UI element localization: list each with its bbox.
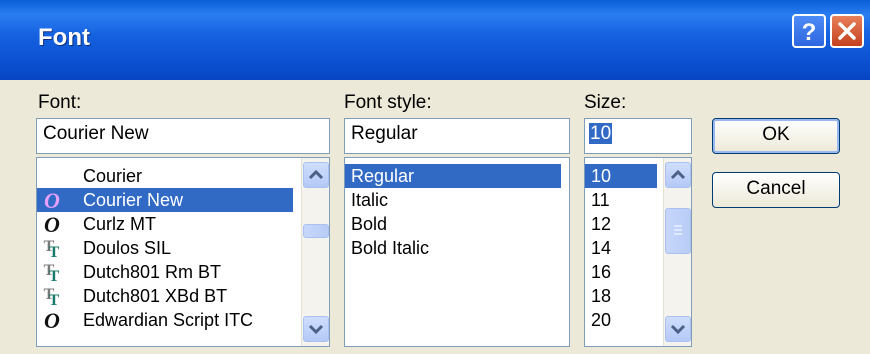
list-item-label: Bold Italic (351, 238, 430, 258)
list-item[interactable]: 11 (585, 188, 657, 212)
close-icon (838, 22, 856, 40)
list-item-label: 20 (591, 310, 612, 330)
list-item-label: Dutch801 Rm BT (83, 262, 222, 282)
list-item-label: 10 (591, 166, 612, 186)
size-list[interactable]: 10 11 12 14 16 18 20 (584, 157, 692, 347)
title-bar[interactable]: Font ? (0, 0, 870, 80)
list-item-label: 16 (591, 262, 612, 282)
window-title: Font (38, 24, 90, 51)
font-name-input[interactable]: Courier New (36, 118, 330, 154)
size-input[interactable]: 10 (584, 118, 692, 154)
scroll-up-button[interactable] (665, 162, 691, 188)
font-style-list[interactable]: Regular Italic Bold Bold Italic (344, 157, 570, 347)
chevron-up-icon (670, 169, 686, 180)
list-item-label: 18 (591, 286, 612, 306)
svg-text:T: T (49, 244, 60, 259)
list-item[interactable]: O Curlz MT (37, 212, 293, 236)
list-item[interactable]: Courier (37, 164, 293, 188)
size-input-text: 10 (589, 123, 613, 144)
list-item[interactable]: Bold (345, 212, 561, 236)
grip-icon (674, 225, 682, 235)
list-item-label: Curlz MT (83, 214, 156, 234)
list-item-label: Dutch801 XBd BT (83, 286, 228, 306)
list-item[interactable]: 10 (585, 164, 657, 188)
scroll-down-button[interactable] (303, 316, 329, 342)
question-icon: ? (802, 19, 817, 46)
list-item-label: Courier New (83, 190, 184, 210)
list-item[interactable]: 18 (585, 284, 657, 308)
font-list[interactable]: Courier O Courier New O Curlz MT T T Doulos SIL… (36, 157, 330, 347)
svg-text:?: ? (802, 19, 817, 46)
list-item-label: Edwardian Script ITC (83, 310, 254, 330)
font-style-label: Font style: (344, 92, 432, 113)
list-item[interactable]: T T Doulos SIL (37, 236, 293, 260)
list-item[interactable]: O Edwardian Script ITC (37, 308, 293, 332)
list-item[interactable]: Italic (345, 188, 561, 212)
svg-text:T: T (49, 268, 60, 283)
size-list-scrollbar[interactable] (663, 158, 691, 346)
list-item[interactable]: 12 (585, 212, 657, 236)
help-button[interactable]: ? (792, 14, 826, 48)
list-item[interactable]: 20 (585, 308, 657, 332)
chevron-up-icon (308, 169, 324, 180)
scroll-down-button[interactable] (665, 316, 691, 342)
font-label: Font: (38, 92, 82, 113)
list-item[interactable]: 14 (585, 236, 657, 260)
svg-text:O: O (44, 189, 60, 211)
list-item[interactable]: Regular (345, 164, 561, 188)
chevron-down-icon (308, 324, 324, 335)
list-item[interactable]: Bold Italic (345, 236, 561, 260)
list-item-label: Regular (351, 166, 415, 186)
list-item-label: Courier (83, 166, 143, 186)
svg-text:O: O (44, 309, 60, 331)
list-item[interactable]: T T Dutch801 XBd BT (37, 284, 293, 308)
close-button[interactable] (830, 14, 864, 48)
chevron-down-icon (670, 324, 686, 335)
list-item-label: 12 (591, 214, 612, 234)
list-item-label: 14 (591, 238, 612, 258)
svg-text:O: O (44, 213, 60, 235)
list-item-label: Bold (351, 214, 388, 234)
scroll-thumb[interactable] (303, 224, 329, 238)
font-dialog: Font ? Font: Courier New Courier O Courier… (0, 0, 870, 354)
list-item[interactable]: O Courier New (37, 188, 293, 212)
size-label: Size: (584, 92, 627, 113)
scroll-up-button[interactable] (303, 162, 329, 188)
font-style-input[interactable]: Regular (344, 118, 570, 154)
list-item-label: Italic (351, 190, 389, 210)
list-item[interactable]: T T Dutch801 Rm BT (37, 260, 293, 284)
list-item-label: Doulos SIL (83, 238, 172, 258)
svg-text:T: T (49, 292, 60, 307)
list-item[interactable]: 16 (585, 260, 657, 284)
scroll-thumb[interactable] (665, 208, 691, 254)
ok-button[interactable]: OK (712, 118, 840, 154)
cancel-button[interactable]: Cancel (712, 172, 840, 208)
font-list-scrollbar[interactable] (301, 158, 329, 346)
list-item-label: 11 (591, 190, 610, 210)
